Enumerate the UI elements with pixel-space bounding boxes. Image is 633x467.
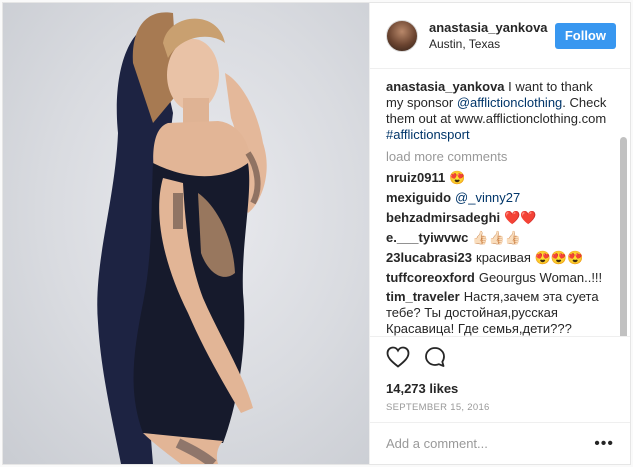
comment-username[interactable]: behzadmirsadeghi — [386, 210, 500, 225]
comment-text: 👍🏻👍🏻👍🏻 — [472, 230, 521, 245]
caption: anastasia_yankova I want to thank my spo… — [386, 79, 618, 143]
comment: tuffcoreoxford Geourgus Woman..!!! — [386, 269, 618, 287]
caption-mention[interactable]: @afflictionclothing — [457, 95, 562, 110]
comments-scrollbar[interactable] — [620, 137, 627, 336]
username-link[interactable]: anastasia_yankova — [429, 20, 555, 36]
more-options-icon[interactable]: ••• — [594, 435, 614, 453]
comment-text: Geourgus Woman..!!! — [478, 270, 603, 285]
comment-username[interactable]: mexiguido — [386, 190, 451, 205]
caption-hashtag[interactable]: #afflictionsport — [386, 127, 470, 142]
post-actions: 14,273 likes SEPTEMBER 15, 2016 — [370, 336, 630, 422]
caption-username[interactable]: anastasia_yankova — [386, 79, 505, 94]
post-date: SEPTEMBER 15, 2016 — [386, 402, 490, 413]
comment-icon[interactable] — [424, 346, 446, 371]
user-block: anastasia_yankova Austin, Texas — [429, 20, 555, 52]
woman-photo-illustration — [97, 12, 267, 464]
post-photo[interactable] — [3, 3, 369, 464]
follow-button[interactable]: Follow — [554, 22, 616, 49]
comment-username[interactable]: nruiz0911 — [386, 170, 445, 185]
comments-section[interactable]: anastasia_yankova I want to thank my spo… — [370, 69, 630, 336]
comment: behzadmirsadeghi ❤️❤️ — [386, 209, 618, 227]
comment-text: красивая 😍😍😍 — [476, 250, 584, 265]
comment-input[interactable] — [386, 436, 595, 451]
post-header: anastasia_yankova Austin, Texas Follow — [370, 3, 630, 69]
location-link[interactable]: Austin, Texas — [429, 36, 555, 52]
comment-username[interactable]: tuffcoreoxford — [386, 270, 475, 285]
comment-text: 😍 — [449, 170, 466, 185]
heart-icon[interactable] — [386, 346, 410, 371]
load-more-comments[interactable]: load more comments — [386, 149, 618, 165]
comment: mexiguido @_vinny27 — [386, 189, 618, 207]
comment: tim_traveler Настя,зачем эта суета тебе? … — [386, 289, 618, 336]
likes-count[interactable]: 14,273 likes — [386, 381, 614, 397]
action-icons — [386, 345, 614, 371]
comment-text: ❤️❤️ — [504, 210, 537, 225]
post-sidebar: anastasia_yankova Austin, Texas Follow a… — [369, 3, 630, 464]
comment-username[interactable]: tim_traveler — [386, 289, 460, 304]
comment: e.___tyiwvwc 👍🏻👍🏻👍🏻 — [386, 229, 618, 247]
comment: 23lucabrasi23 красивая 😍😍😍 — [386, 249, 618, 267]
comment-username[interactable]: e.___tyiwvwc — [386, 230, 468, 245]
comment-mention[interactable]: @_vinny27 — [455, 190, 520, 205]
add-comment-bar: ••• — [370, 422, 630, 464]
instagram-post: anastasia_yankova Austin, Texas Follow a… — [2, 2, 631, 465]
comment: nruiz0911 😍 — [386, 169, 618, 187]
comment-username[interactable]: 23lucabrasi23 — [386, 250, 472, 265]
avatar[interactable] — [386, 19, 418, 52]
